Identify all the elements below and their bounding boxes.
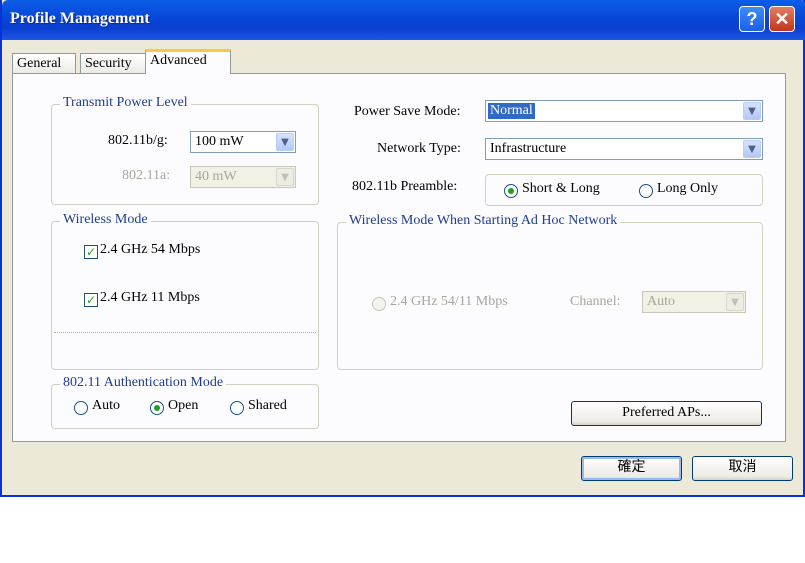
tab-general[interactable]: General: [12, 53, 76, 73]
bg-power-value: 100 mW: [195, 134, 244, 149]
mode-54-label: 2.4 GHz 54 Mbps: [100, 242, 201, 257]
auth-shared-radio[interactable]: [230, 401, 244, 415]
help-button[interactable]: ?: [739, 6, 765, 32]
title-bar[interactable]: Profile Management ? ✕: [2, 0, 805, 40]
checkmark-icon: ✓: [85, 245, 97, 259]
network-type-label: Network Type:: [377, 141, 461, 156]
mode-54-checkbox[interactable]: ✓: [84, 245, 98, 259]
mode-11-label: 2.4 GHz 11 Mbps: [100, 290, 200, 305]
wireless-mode-divider: [54, 332, 316, 333]
adhoc-channel-select[interactable]: Auto ▼: [642, 291, 746, 313]
advanced-tab-panel: Transmit Power Level 802.11b/g: 100 mW ▼…: [12, 73, 786, 442]
adhoc-mode-radio[interactable]: [372, 297, 386, 311]
cancel-button[interactable]: 取消: [692, 456, 793, 481]
mode-11-checkbox[interactable]: ✓: [84, 293, 98, 307]
a-power-select[interactable]: 40 mW ▼: [190, 166, 296, 188]
auth-shared-label: Shared: [248, 398, 287, 413]
chevron-down-icon[interactable]: ▼: [743, 102, 761, 120]
adhoc-channel-label: Channel:: [570, 294, 621, 309]
auth-mode-legend: 802.11 Authentication Mode: [60, 375, 227, 391]
preferred-aps-button[interactable]: Preferred APs...: [571, 401, 762, 426]
adhoc-mode-legend: Wireless Mode When Starting Ad Hoc Netwo…: [346, 213, 621, 229]
wireless-mode-group: Wireless Mode ✓ 2.4 GHz 54 Mbps ✓ 2.4 GH…: [51, 212, 319, 370]
close-button[interactable]: ✕: [769, 6, 795, 32]
adhoc-mode-label: 2.4 GHz 54/11 Mbps: [390, 294, 508, 309]
preamble-short-long-label: Short & Long: [522, 181, 600, 196]
tab-advanced[interactable]: Advanced: [145, 49, 231, 74]
adhoc-channel-value: Auto: [647, 294, 675, 309]
a-power-label: 802.11a:: [122, 168, 171, 183]
transmit-power-group: Transmit Power Level 802.11b/g: 100 mW ▼…: [51, 95, 319, 205]
auth-auto-label: Auto: [92, 398, 120, 413]
bg-power-select[interactable]: 100 mW ▼: [190, 131, 296, 153]
window-title: Profile Management: [10, 10, 150, 27]
power-save-value: Normal: [488, 103, 535, 119]
chevron-down-icon[interactable]: ▼: [743, 140, 761, 158]
tab-security[interactable]: Security: [80, 53, 146, 73]
power-save-select[interactable]: Normal ▼: [485, 100, 763, 122]
chevron-down-icon[interactable]: ▼: [276, 133, 294, 151]
preamble-group: Short & Long Long Only: [485, 174, 763, 206]
auth-auto-radio[interactable]: [74, 401, 88, 415]
power-save-label: Power Save Mode:: [354, 104, 461, 119]
bg-power-label: 802.11b/g:: [108, 133, 168, 148]
wireless-mode-legend: Wireless Mode: [60, 212, 151, 228]
network-type-value: Infrastructure: [490, 141, 567, 156]
chevron-down-icon[interactable]: ▼: [726, 293, 744, 311]
transmit-power-legend: Transmit Power Level: [60, 95, 191, 111]
preamble-short-long-radio[interactable]: [504, 184, 518, 198]
auth-mode-group: 802.11 Authentication Mode Auto Open Sha…: [51, 375, 319, 429]
help-icon: ?: [746, 9, 758, 29]
ok-button[interactable]: 確定: [581, 456, 682, 481]
preamble-label: 802.11b Preamble:: [352, 179, 458, 194]
preamble-long-only-radio[interactable]: [639, 184, 653, 198]
preamble-long-only-label: Long Only: [657, 181, 719, 196]
a-power-value: 40 mW: [195, 169, 237, 184]
adhoc-mode-group: Wireless Mode When Starting Ad Hoc Netwo…: [337, 213, 763, 370]
close-icon: ✕: [774, 9, 790, 29]
network-type-select[interactable]: Infrastructure ▼: [485, 138, 763, 160]
profile-management-window: Profile Management ? ✕ General Security …: [0, 0, 805, 497]
auth-open-label: Open: [168, 398, 199, 413]
auth-open-radio[interactable]: [150, 401, 164, 415]
checkmark-icon: ✓: [85, 293, 97, 307]
chevron-down-icon[interactable]: ▼: [276, 168, 294, 186]
